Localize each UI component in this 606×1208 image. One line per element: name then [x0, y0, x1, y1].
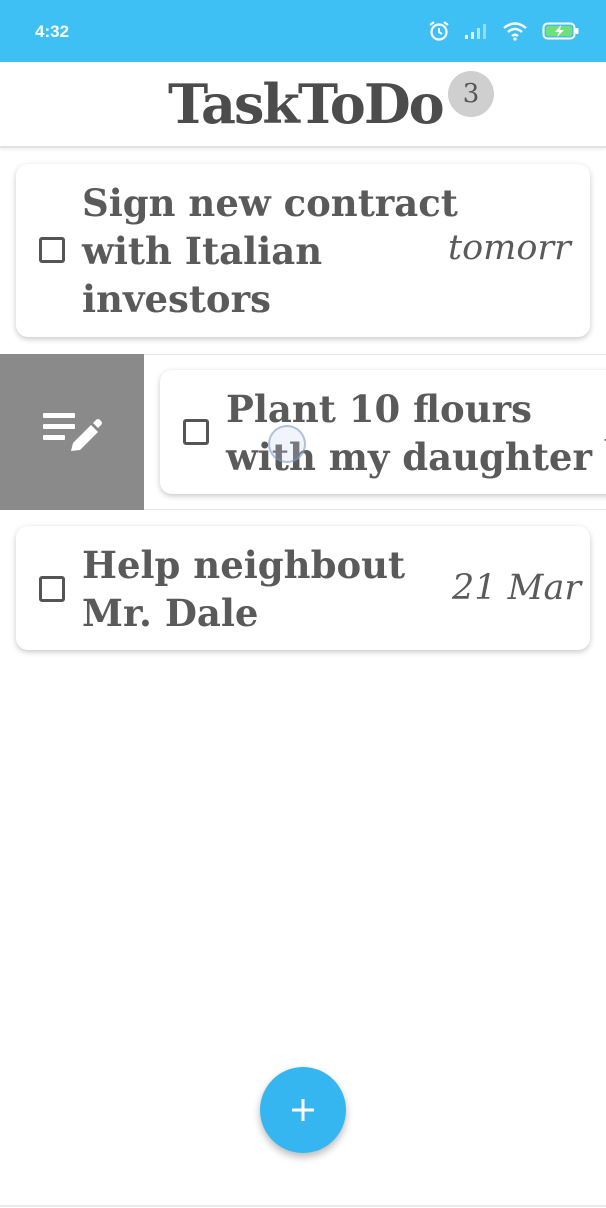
add-task-button[interactable] — [260, 1067, 346, 1153]
task-card[interactable]: Sign new contract with Italian investors… — [16, 164, 590, 337]
task-card[interactable]: Help neighbout Mr. Dale 21 Mar — [16, 526, 590, 650]
edit-list-icon — [43, 413, 102, 451]
task-title: Help neighbout Mr. Dale — [82, 543, 406, 635]
signal-icon — [465, 24, 486, 39]
task-card[interactable]: Plant 10 flours with my daughter 1 — [160, 370, 606, 494]
task-checkbox[interactable] — [39, 237, 65, 263]
task-count-badge: 3 — [448, 71, 494, 117]
wifi-icon — [503, 22, 527, 41]
task-due-date: 1 — [602, 410, 606, 450]
battery-charging-icon — [542, 22, 579, 40]
task-due-date: 21 Mar — [452, 568, 582, 608]
app-header: TaskToDo 3 — [0, 62, 606, 148]
bottom-divider — [0, 1205, 606, 1207]
status-time: 4:32 — [35, 22, 70, 41]
app-title: TaskToDo — [168, 72, 445, 136]
task-due-date: tomorr — [448, 228, 571, 268]
status-icons — [428, 20, 580, 42]
alarm-icon — [429, 21, 449, 41]
task-checkbox[interactable] — [39, 576, 65, 602]
task-checkbox[interactable] — [183, 419, 209, 445]
edit-task-action[interactable] — [0, 354, 144, 510]
plus-icon — [292, 1099, 314, 1121]
status-bar: 4:32 — [0, 0, 606, 62]
task-title: Sign new contract with Italian investors — [82, 181, 458, 321]
touch-indicator — [268, 425, 306, 463]
